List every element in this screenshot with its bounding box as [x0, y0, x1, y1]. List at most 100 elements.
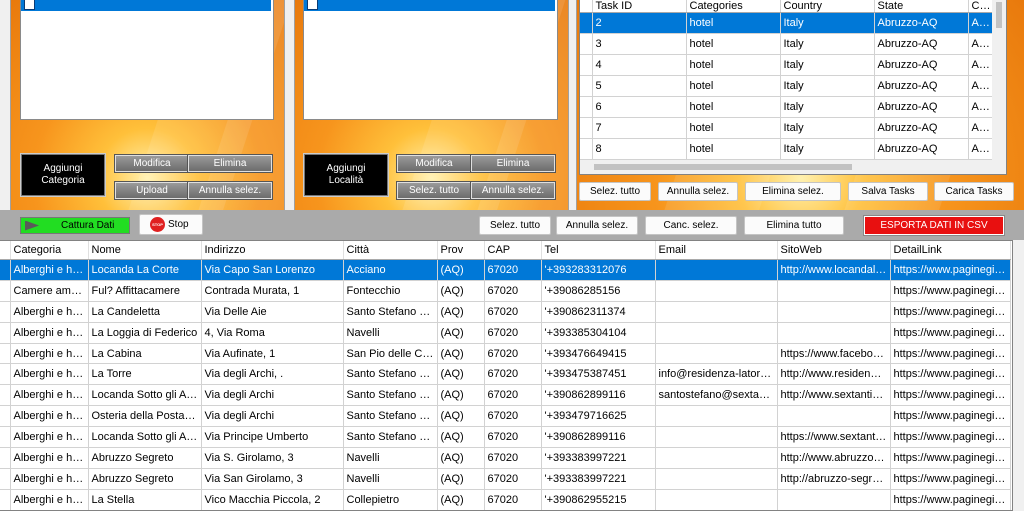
cell[interactable]: (AQ) — [437, 405, 485, 428]
cell[interactable]: La Cabina — [88, 343, 202, 365]
table-row[interactable]: Alberghi e hotel Abruzzo Segreto Via S. Gi… — [0, 447, 1011, 469]
location-listbox[interactable] — [303, 0, 558, 120]
cell[interactable]: '+393475387451 — [541, 363, 656, 386]
row-header[interactable] — [0, 363, 11, 386]
cell[interactable]: La Torre — [88, 363, 202, 386]
cell[interactable]: https://www.paginegialle.it — [890, 468, 1011, 490]
cell[interactable]: Locanda Sotto gli Archi — [88, 426, 202, 449]
table-row[interactable]: Alberghi e hotel La Stella Vico Macchia Pi… — [0, 489, 1011, 510]
scrollbar-thumb[interactable] — [594, 164, 852, 170]
cell[interactable]: Albe — [968, 33, 993, 55]
checkbox-icon[interactable] — [24, 0, 35, 10]
table-row[interactable]: Alberghi e hotel Locanda Sotto gli Archi V… — [0, 426, 1011, 449]
column-header[interactable]: Prov — [437, 241, 485, 260]
cell[interactable]: https://www.paginegialle.it — [890, 405, 1011, 428]
delete-button[interactable]: Elimina — [187, 154, 273, 173]
cell[interactable]: '+393476649415 — [541, 343, 656, 365]
column-header[interactable]: Tel — [541, 241, 656, 260]
cell[interactable]: 67020 — [484, 363, 542, 386]
capture-data-button[interactable]: Cattura Dati — [20, 217, 130, 234]
row-header[interactable] — [0, 259, 11, 281]
cell[interactable]: 67020 — [484, 384, 542, 407]
row-header[interactable] — [0, 489, 11, 510]
delete-all-button[interactable]: Elimina tutto — [744, 216, 844, 235]
cell[interactable]: '+393385304104 — [541, 322, 656, 344]
cell[interactable]: santostefano@sextantio.it — [655, 384, 778, 407]
save-tasks-button[interactable]: Salva Tasks — [848, 182, 928, 201]
table-row[interactable]: Alberghi e hotel Abruzzo Segreto Via San G… — [0, 468, 1011, 490]
cell[interactable]: Abruzzo Segreto — [88, 468, 202, 490]
cell[interactable]: Alberghi e hotel — [10, 426, 89, 449]
cell[interactable]: Vico Macchia Piccola, 2 — [201, 489, 344, 510]
cell[interactable]: 67020 — [484, 468, 542, 490]
column-header[interactable]: Categories — [686, 0, 781, 13]
cell[interactable]: (AQ) — [437, 426, 485, 449]
cell[interactable]: https://www.sextantio.it — [777, 426, 891, 449]
cell[interactable]: '+393383997221 — [541, 447, 656, 469]
cell[interactable]: hotel — [686, 96, 781, 118]
cell[interactable] — [655, 489, 778, 510]
cell[interactable]: https://www.paginegialle.it — [890, 280, 1011, 302]
cell[interactable] — [655, 468, 778, 490]
cell[interactable]: 67020 — [484, 447, 542, 469]
cell[interactable]: 67020 — [484, 489, 542, 510]
table-row[interactable]: Camere ammobiliateFul? AffittacamereCont… — [0, 280, 1011, 302]
cell[interactable]: (AQ) — [437, 301, 485, 323]
modify-button[interactable]: Modifica — [114, 154, 190, 173]
table-row[interactable]: Alberghi e hotel Locanda Sotto gli Archi V… — [0, 384, 1011, 407]
cell[interactable]: Via Capo San Lorenzo — [201, 259, 344, 281]
cell[interactable]: http://www.residenza-latorre.it — [777, 363, 891, 386]
cell[interactable]: http://www.abruzzo-segreto.it — [777, 447, 891, 469]
cell[interactable]: hotel — [686, 138, 781, 160]
delete-selected-button[interactable]: Elimina selez. — [745, 182, 841, 201]
cell[interactable]: Via S. Girolamo, 3 — [201, 447, 344, 469]
cell[interactable]: '+390862311374 — [541, 301, 656, 323]
cell[interactable]: Santo Stefano di Sessanio — [343, 426, 438, 449]
cell[interactable]: hotel — [686, 12, 781, 34]
cell[interactable]: 67020 — [484, 405, 542, 428]
cell[interactable]: (AQ) — [437, 322, 485, 344]
cell[interactable]: https://www.paginegialle.it — [890, 426, 1011, 449]
cell[interactable]: Santo Stefano di Sessanio — [343, 405, 438, 428]
cell[interactable]: (AQ) — [437, 489, 485, 510]
cell[interactable] — [777, 301, 891, 323]
cell[interactable]: https://www.paginegialle.it — [890, 489, 1011, 510]
column-header[interactable]: State — [874, 0, 969, 13]
table-row[interactable]: 5 hotel Italy Abruzzo-AQ Antr — [580, 75, 993, 97]
cell[interactable]: (AQ) — [437, 447, 485, 469]
cell[interactable]: Alfe — [968, 54, 993, 76]
cell[interactable] — [777, 280, 891, 302]
column-header[interactable]: Città — [343, 241, 438, 260]
cell[interactable]: 8 — [592, 138, 687, 160]
cell[interactable]: Arag — [968, 117, 993, 139]
select-all-button[interactable]: Selez. tutto — [479, 216, 551, 235]
cell[interactable]: 67020 — [484, 259, 542, 281]
cell[interactable]: Alberghi e hotel — [10, 301, 89, 323]
cell[interactable]: '+393479716625 — [541, 405, 656, 428]
cancel-selection-button[interactable]: Annulla selez. — [556, 216, 638, 235]
cell[interactable]: Alberghi e hotel — [10, 343, 89, 365]
cell[interactable]: Fontecchio — [343, 280, 438, 302]
cell[interactable] — [655, 301, 778, 323]
cell[interactable]: Abruzzo-AQ — [874, 33, 969, 55]
cell[interactable]: Santo Stefano Di Sessanio — [343, 301, 438, 323]
cell[interactable]: 67020 — [484, 343, 542, 365]
delete-button[interactable]: Elimina — [470, 154, 556, 173]
category-listbox[interactable] — [20, 0, 274, 120]
stop-button[interactable]: STOP Stop — [139, 214, 203, 235]
cell[interactable]: Via degli Archi — [201, 405, 344, 428]
row-header[interactable] — [0, 468, 11, 490]
cell[interactable]: 5 — [592, 75, 687, 97]
cell[interactable]: Alberghi e hotel — [10, 363, 89, 386]
cell[interactable]: http://abruzzo-segreto.it — [777, 468, 891, 490]
cell[interactable]: Antr — [968, 75, 993, 97]
modify-button[interactable]: Modifica — [396, 154, 472, 173]
cell[interactable]: Via Aufinate, 1 — [201, 343, 344, 365]
cell[interactable]: Alberghi e hotel — [10, 447, 89, 469]
column-header[interactable]: Indirizzo — [201, 241, 344, 260]
cell[interactable] — [655, 343, 778, 365]
column-header[interactable]: Country — [780, 0, 875, 13]
cell[interactable]: '+393283312076 — [541, 259, 656, 281]
cell[interactable]: (AQ) — [437, 343, 485, 365]
cell[interactable]: '+393383997221 — [541, 468, 656, 490]
